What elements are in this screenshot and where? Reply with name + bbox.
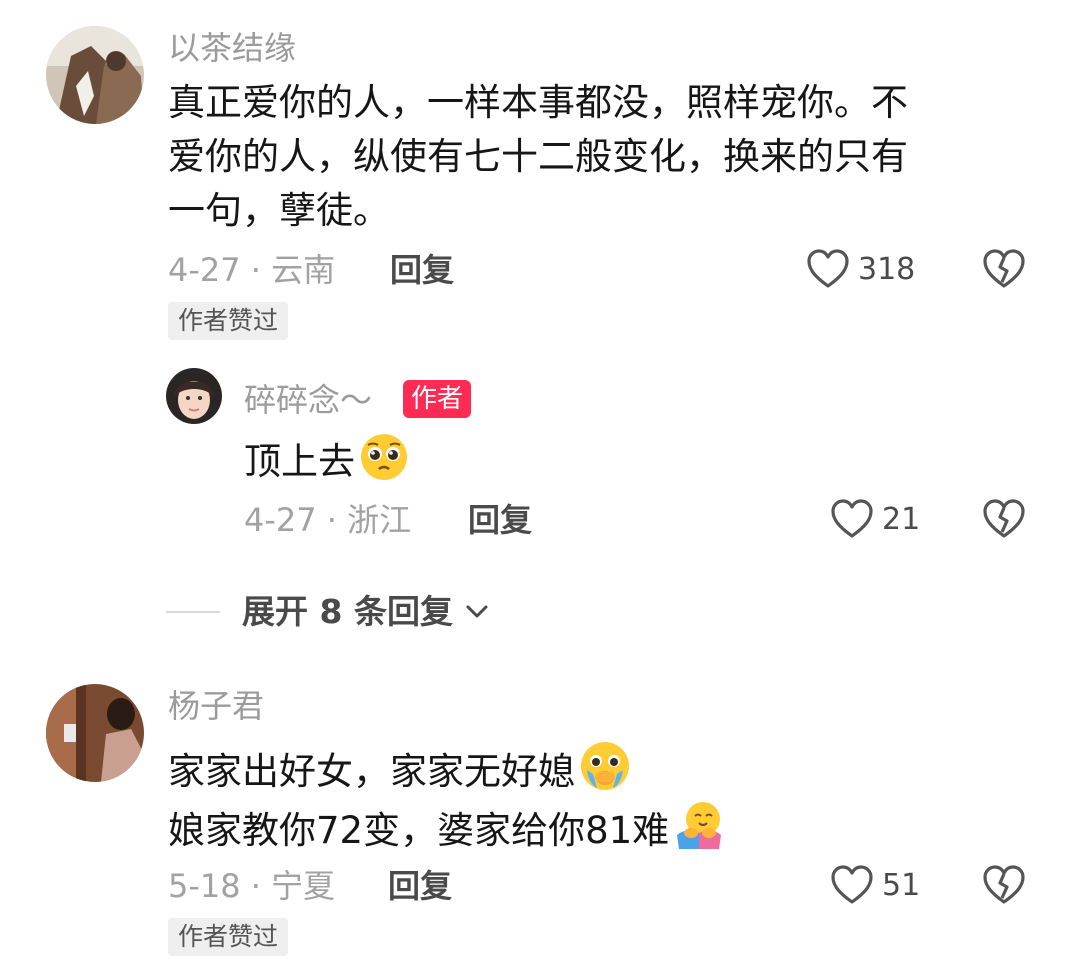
- comment-text: 家家出好女，家家无好媳 娘家教你72变，婆家给你81难: [168, 740, 1028, 858]
- reply-button[interactable]: 回复: [468, 500, 532, 540]
- comment-text: 真正爱你的人，一样本事都没，照样宠你。不 爱你的人，纵使有七十二般变化，换来的只…: [168, 76, 1028, 238]
- hugging-face-emoji-icon: [673, 799, 725, 851]
- crying-face-emoji-icon: [579, 740, 631, 792]
- expand-replies-label[interactable]: 展开 8 条回复: [242, 592, 453, 632]
- reply-button[interactable]: 回复: [390, 250, 454, 290]
- divider: [166, 611, 220, 613]
- username[interactable]: 杨子君: [168, 686, 264, 726]
- comment-meta: 5-18 · 宁夏: [168, 867, 336, 905]
- username[interactable]: 碎碎念～: [244, 380, 372, 420]
- broken-heart-icon[interactable]: [982, 498, 1026, 540]
- avatar[interactable]: [46, 26, 144, 124]
- chevron-down-icon[interactable]: [464, 600, 490, 624]
- avatar[interactable]: [46, 684, 144, 782]
- comment-text-line: 真正爱你的人，一样本事都没，照样宠你。不: [168, 81, 908, 124]
- heart-outline-icon[interactable]: [806, 248, 850, 290]
- like-count: 318: [858, 252, 916, 287]
- heart-outline-icon[interactable]: [830, 498, 874, 540]
- author-liked-badge: 作者赞过: [168, 302, 289, 340]
- reply-meta: 4-27 · 浙江: [244, 501, 412, 539]
- comment-text-line: 家家出好女，家家无好媳: [168, 740, 1028, 799]
- comment-text-line: 一句，孽徒。: [168, 189, 390, 232]
- author-badge: 作者: [403, 380, 472, 418]
- pleading-face-emoji-icon: [359, 432, 409, 482]
- comment-meta: 4-27 · 云南: [168, 251, 336, 289]
- comment-text-line-content: 娘家教你72变，婆家给你81难: [168, 809, 670, 852]
- username[interactable]: 以茶结缘: [168, 28, 296, 68]
- heart-outline-icon[interactable]: [830, 864, 874, 906]
- comment-text-line: 娘家教你72变，婆家给你81难: [168, 799, 1028, 858]
- author-liked-badge: 作者赞过: [168, 918, 289, 956]
- like-count: 21: [882, 502, 921, 537]
- broken-heart-icon[interactable]: [982, 248, 1026, 290]
- avatar[interactable]: [166, 368, 222, 424]
- reply-text: 顶上去: [244, 432, 409, 489]
- reply-text-content: 顶上去: [244, 440, 355, 483]
- like-count: 51: [882, 868, 921, 903]
- comment-text-line-content: 家家出好女，家家无好媳: [168, 750, 575, 793]
- reply-button[interactable]: 回复: [388, 866, 452, 906]
- broken-heart-icon[interactable]: [982, 864, 1026, 906]
- comment-text-line: 爱你的人，纵使有七十二般变化，换来的只有: [168, 135, 908, 178]
